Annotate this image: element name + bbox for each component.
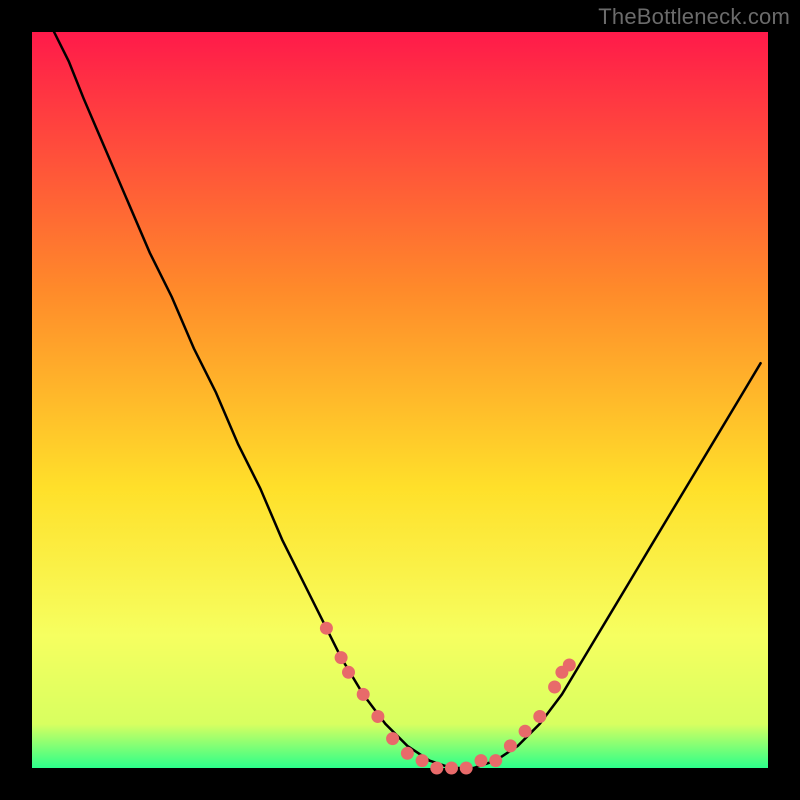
chart-container: TheBottleneck.com — [0, 0, 800, 800]
curve-marker — [460, 762, 473, 775]
curve-marker — [357, 688, 370, 701]
curve-marker — [416, 754, 429, 767]
curve-marker — [489, 754, 502, 767]
curve-marker — [519, 725, 532, 738]
curve-marker — [548, 681, 561, 694]
curve-marker — [533, 710, 546, 723]
curve-marker — [475, 754, 488, 767]
curve-marker — [386, 732, 399, 745]
curve-marker — [401, 747, 414, 760]
curve-marker — [371, 710, 384, 723]
curve-marker — [445, 762, 458, 775]
curve-marker — [342, 666, 355, 679]
curve-marker — [320, 622, 333, 635]
curve-marker — [504, 739, 517, 752]
curve-marker — [335, 651, 348, 664]
watermark-text: TheBottleneck.com — [598, 4, 790, 30]
curve-marker — [563, 659, 576, 672]
plot-background — [32, 32, 768, 768]
bottleneck-chart — [0, 0, 800, 800]
curve-marker — [430, 762, 443, 775]
